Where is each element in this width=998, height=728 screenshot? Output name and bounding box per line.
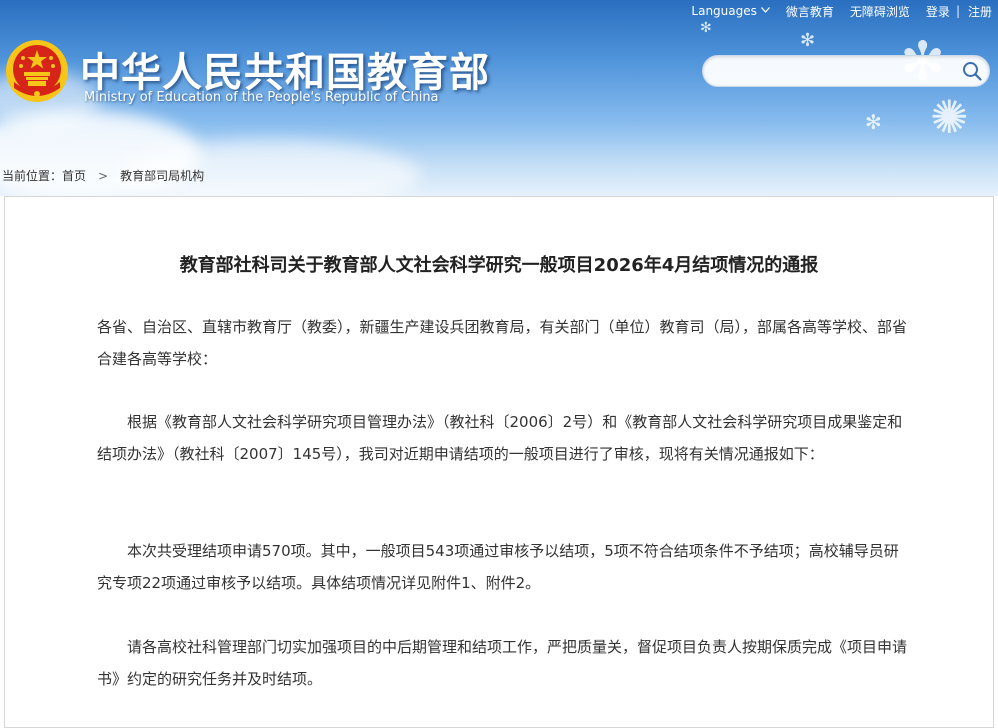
search-icon[interactable] <box>961 60 983 82</box>
languages-label: Languages <box>691 4 757 18</box>
breadcrumb-section-link[interactable]: 教育部司局机构 <box>120 169 204 183</box>
top-links-bar: Languages 微言教育 无障碍浏览 登录 | 注册 <box>691 2 992 20</box>
chevron-down-icon <box>760 6 770 16</box>
breadcrumb-separator: > <box>98 169 109 183</box>
accessible-browse-link[interactable]: 无障碍浏览 <box>850 3 910 20</box>
article-paragraph: 本次共受理结项申请570项。其中，一般项目543项通过审核予以结项，5项不符合结… <box>97 542 899 592</box>
article-container: 教育部社科司关于教育部人文社会科学研究一般项目2026年4月结项情况的通报 各省… <box>4 196 994 728</box>
breadcrumb: 当前位置：首页 > 教育部司局机构 <box>2 167 204 184</box>
article-paragraph: 各省、自治区、直辖市教育厅（教委），新疆生产建设兵团教育局，有关部门（单位）教育… <box>97 318 908 368</box>
search-input[interactable] <box>715 60 959 84</box>
weibo-link[interactable]: 微言教育 <box>786 3 834 20</box>
site-title-en: Ministry of Education of the People's Re… <box>84 90 439 105</box>
dandelion-decoration: ✻ <box>800 30 816 51</box>
dandelion-decoration: ✺ <box>930 90 969 144</box>
login-link[interactable]: 登录 <box>926 3 950 20</box>
register-link[interactable]: 注册 <box>968 3 992 20</box>
dandelion-decoration: ✻ <box>700 20 712 36</box>
breadcrumb-prefix: 当前位置： <box>2 169 63 183</box>
search-bar <box>702 55 990 87</box>
article-paragraph: 请各高校社科管理部门切实加强项目的中后期管理和结项工作，严把质量关，督促项目负责… <box>97 638 908 688</box>
breadcrumb-home-link[interactable]: 首页 <box>62 169 86 183</box>
languages-dropdown[interactable]: Languages <box>691 4 770 18</box>
national-emblem-icon[interactable] <box>4 38 70 104</box>
dandelion-decoration: ✻ <box>865 110 882 134</box>
link-separator: | <box>955 4 960 18</box>
article-paragraph: 根据《教育部人文社会科学研究项目管理办法》（教社科〔2006〕2号）和《教育部人… <box>97 413 903 463</box>
site-header: ✻ ✺ ✻ ✻ ✻ Languages 微言教育 无障碍浏览 登录 | 注册 <box>0 0 998 196</box>
article-title: 教育部社科司关于教育部人文社会科学研究一般项目2026年4月结项情况的通报 <box>179 255 819 276</box>
